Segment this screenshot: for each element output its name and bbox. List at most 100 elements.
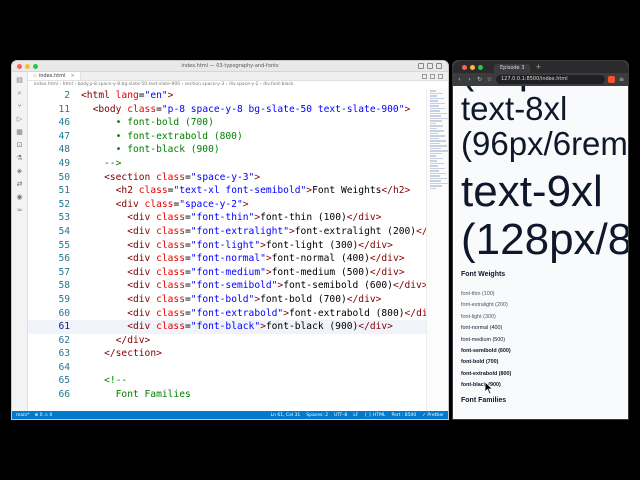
code-line[interactable]: <div class="font-medium">font-medium (50… [81,266,426,280]
minimap-line [430,162,444,164]
encoding-status[interactable]: UTF-8 [334,413,347,418]
reload-icon[interactable]: ↻ [476,76,483,83]
indentation-status[interactable]: Spaces: 2 [306,413,328,418]
minimap-line [430,125,443,127]
tailwind-icon[interactable]: ≈ [16,206,24,214]
code-line[interactable]: <div class="font-extrabold">font-extrabo… [81,307,426,321]
live-share-icon[interactable]: ⇄ [16,180,24,188]
github-icon[interactable]: ◉ [16,193,24,201]
code-line[interactable]: <div class="font-bold">font-bold (700)</… [81,293,426,307]
code-line[interactable]: <div class="space-y-2"> [81,198,426,212]
forward-arrow-icon[interactable]: › [466,76,473,83]
address-bar[interactable]: 127.0.0.1:8500/index.html [496,75,605,84]
code-line[interactable]: <div class="font-black">font-black (900)… [81,320,426,334]
minimap-line [430,157,443,159]
browser-maximize-button[interactable] [478,64,483,70]
code-line[interactable]: <div class="font-light">font-light (300)… [81,239,426,253]
code-line[interactable]: <div class="font-semibold">font-semibold… [81,279,426,293]
code-line[interactable]: <html lang="en"> [81,89,426,103]
minimap-line [430,177,447,179]
line-number: 48 [58,144,70,156]
files-icon[interactable]: ▤ [16,76,24,84]
code-line[interactable] [81,361,426,375]
tab-index-html[interactable]: ◇ index.html × [28,72,81,80]
bookmark-icon[interactable]: ☆ [486,76,493,83]
line-number: 55 [58,239,70,251]
code-token: "font-bold" [190,293,255,305]
code-line[interactable]: • font-black (900) [81,143,426,157]
code-line[interactable]: • font-bold (700) [81,116,426,130]
code-line[interactable]: <div class="font-extralight">font-extral… [81,225,426,239]
code-token: </div> [416,225,426,237]
minimap-line [430,155,436,157]
breadcrumb[interactable]: index.html › html › body.p-8.space-y-8.b… [28,81,448,89]
live-server-status[interactable]: Port : 8500 [391,413,416,418]
language-mode-status[interactable]: { } HTML [364,413,385,418]
code-line[interactable]: • font-extrabold (800) [81,130,426,144]
minimap-line [430,170,439,172]
brave-shield-icon[interactable] [608,76,615,83]
code-token: • font-extrabold (800) [81,130,243,142]
code-token: </div> [346,212,382,224]
menu-icon[interactable]: ≡ [618,76,625,83]
code-line[interactable]: </section> [81,347,426,361]
minimap-line [430,172,446,174]
source-control-icon[interactable]: ⑂ [16,102,24,110]
code-token: • font-black (900) [81,144,220,156]
line-number: 11 [58,103,70,115]
code-line[interactable]: </div> [81,334,426,348]
browser-tab-episode-3[interactable]: Episode 3 [494,64,531,73]
code-line[interactable]: <h2 class="text-xl font-semibold">Font W… [81,184,426,198]
code-line[interactable]: <section class="space-y-3"> [81,171,426,185]
code-token: class [156,293,185,305]
minimap-line [430,90,436,92]
testing-icon[interactable]: ⚗ [16,154,24,162]
code-token: <div [127,280,157,292]
layout-icon[interactable] [436,63,442,69]
code-area[interactable]: <html lang="en"> <body class="p-8 space-… [81,89,426,402]
browser-close-button[interactable] [462,64,467,70]
line-number: 63 [58,348,70,360]
problems-status[interactable]: ⊗ 0 ⚠ 0 [35,413,53,418]
code-line[interactable]: <!-- [81,374,426,388]
code-line[interactable]: <div class="font-normal">font-normal (40… [81,252,426,266]
minimap-line [430,105,439,107]
back-arrow-icon[interactable]: ‹ [456,76,463,83]
page-viewport[interactable]: (96px/6rem) text-8xl (96px/6rem text-9xl… [453,86,628,419]
code-editor[interactable]: 2 11 46 47 48 49 50 51 52 53 54 55 56 57 58 59 60 61 62 63 6… [28,89,426,411]
minimap-line [430,112,447,114]
code-line[interactable]: <body class="p-8 space-y-8 bg-slate-50 t… [81,103,426,117]
code-line[interactable]: Font Families [81,388,426,402]
toggle-panel-icon[interactable] [427,63,433,69]
minimap[interactable] [426,89,448,411]
minimap-line [430,95,437,97]
split-editor-icon[interactable] [430,73,435,79]
line-number: 66 [58,389,70,401]
code-token: "font-black" [190,321,261,333]
cursor-position-status[interactable]: Ln 61, Col 31 [271,413,301,418]
browser-minimize-button[interactable] [470,64,475,70]
git-branch-status[interactable]: main* [16,413,30,418]
new-tab-button[interactable]: + [535,63,541,71]
code-token: </div> [358,239,393,251]
toggle-sidebar-icon[interactable] [418,63,424,69]
code-token: > [242,198,249,210]
eol-status[interactable]: LF [353,413,358,418]
code-token: "p-8 space-y-8 bg-slate-50 text-slate-90… [161,103,405,115]
close-tab-icon[interactable]: × [71,73,75,79]
open-preview-icon[interactable] [422,73,427,79]
search-icon[interactable]: ⌕ [16,89,24,97]
run-debug-icon[interactable]: ▷ [16,115,24,123]
more-actions-icon[interactable] [438,73,443,79]
minimap-line [430,182,448,184]
extensions-icon[interactable]: ▦ [16,128,24,136]
code-line[interactable]: <div class="font-thin">font-thin (100)</… [81,211,426,225]
prettier-status[interactable]: ✓ Prettier [422,413,444,418]
code-line[interactable]: --> [81,157,426,171]
code-token: <!-- [81,375,128,387]
docker-icon[interactable]: ◈ [16,167,24,175]
remote-icon[interactable]: ⊡ [16,141,24,149]
